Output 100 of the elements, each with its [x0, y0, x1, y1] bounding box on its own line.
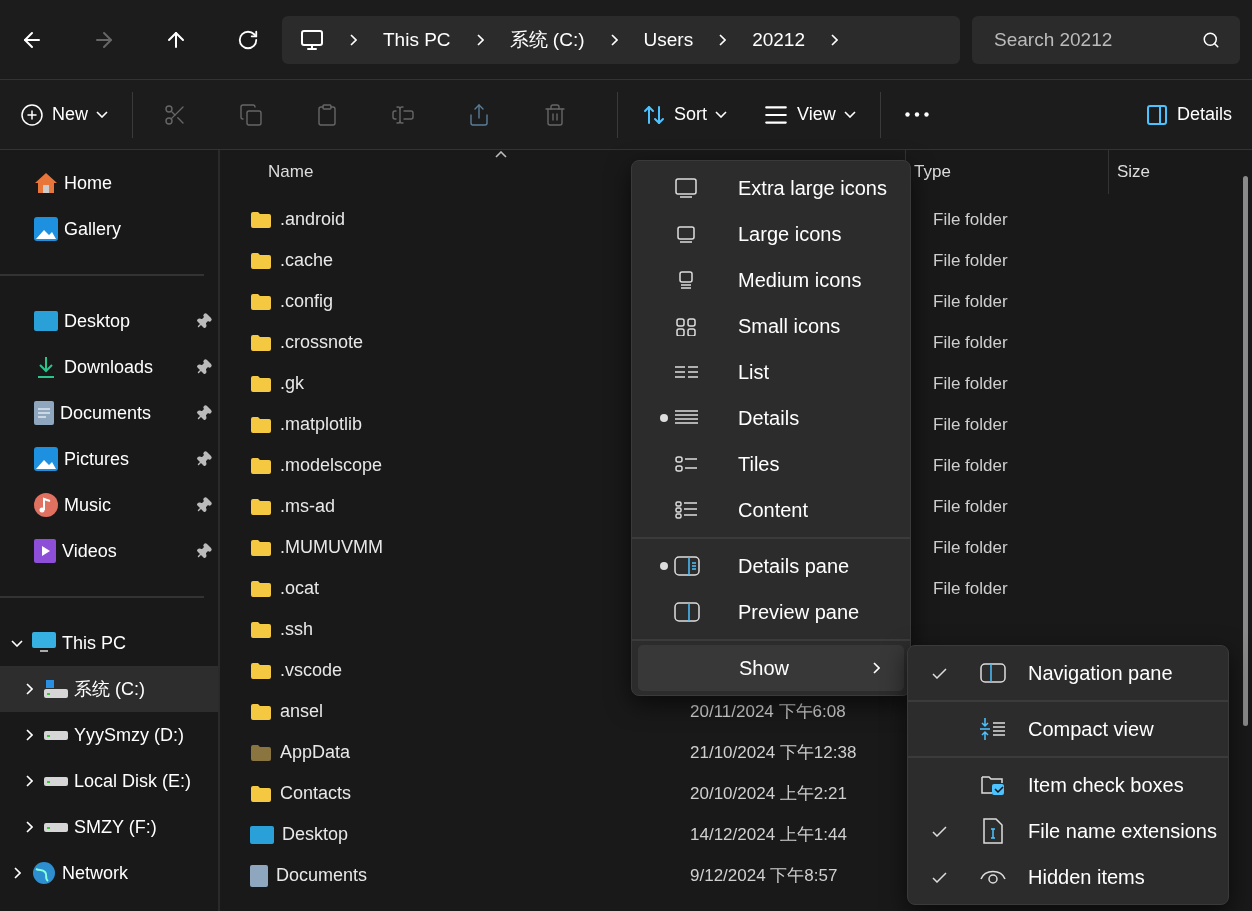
chevron-down-icon	[96, 111, 108, 118]
type-cell: File folder	[933, 332, 1008, 353]
menu-item[interactable]: Navigation pane	[914, 650, 1222, 696]
navigation-pane-icon	[980, 663, 1006, 683]
video-icon	[34, 539, 56, 563]
breadcrumb[interactable]: This PC	[383, 28, 451, 51]
breadcrumb[interactable]: Users	[643, 28, 694, 51]
chevron-right-icon	[476, 33, 484, 46]
file-name[interactable]: .gk	[280, 373, 304, 394]
scrollbar[interactable]	[1243, 176, 1248, 726]
document-icon	[250, 864, 268, 887]
file-name[interactable]: .config	[280, 291, 334, 312]
desktop-icon	[34, 311, 58, 331]
compact-view-icon	[980, 717, 1006, 741]
folder-icon	[250, 415, 272, 434]
menu-item[interactable]: Extra large icons	[638, 165, 904, 211]
menu-item[interactable]: List	[638, 349, 904, 395]
chevron-right-icon	[719, 33, 727, 46]
search-field[interactable]: Search 20212	[972, 15, 1240, 64]
file-name[interactable]: .matplotlib	[280, 414, 363, 435]
content-icon	[674, 500, 700, 520]
menu-item[interactable]: Content	[638, 487, 904, 533]
menu-item[interactable]: File name extensions	[914, 808, 1222, 854]
menu-item[interactable]: Tiles	[638, 441, 904, 487]
chevron-right-icon	[13, 867, 21, 879]
folder-icon	[250, 374, 272, 393]
file-name[interactable]: .ocat	[280, 578, 320, 599]
image-icon	[34, 217, 58, 241]
sidebar-item[interactable]: Home	[0, 160, 218, 206]
type-cell: File folder	[933, 578, 1008, 599]
document-icon	[34, 401, 54, 425]
folder-icon	[250, 784, 272, 803]
menu-item[interactable]: Details pane	[638, 543, 904, 589]
house-icon	[34, 172, 58, 194]
sidebar-item[interactable]: Documents	[0, 390, 218, 436]
column-header[interactable]: Size	[1117, 162, 1151, 182]
sort-button[interactable]: Sort	[632, 92, 738, 137]
folder-icon	[250, 497, 272, 516]
folder-icon	[250, 333, 272, 352]
tree-item[interactable]: This PC	[0, 620, 218, 666]
chevron-up-icon	[495, 151, 507, 158]
sidebar-item[interactable]: Videos	[0, 528, 218, 574]
sidebar-item[interactable]: Gallery	[0, 206, 218, 252]
type-cell: File folder	[933, 209, 1008, 230]
breadcrumb[interactable]: 系统 (C:)	[509, 26, 585, 53]
column-header[interactable]: Name	[268, 162, 314, 182]
file-name[interactable]: .MUMUVMM	[280, 537, 383, 558]
file-name[interactable]: .vscode	[280, 660, 343, 681]
file-name[interactable]: Documents	[276, 865, 368, 886]
tree-item[interactable]: Network	[0, 850, 218, 896]
column-header[interactable]: Type	[914, 162, 951, 182]
menu-item[interactable]: Details	[638, 395, 904, 441]
sidebar-item[interactable]: Desktop	[0, 298, 218, 344]
tree-item[interactable]: YyySmzy (D:)	[0, 712, 218, 758]
address-bar[interactable]: This PC 系统 (C:) Users 20212	[282, 15, 960, 64]
file-name[interactable]: .ms-ad	[280, 496, 335, 517]
menu-item[interactable]: Large icons	[638, 211, 904, 257]
sidebar-item[interactable]: Pictures	[0, 436, 218, 482]
search-icon	[1202, 30, 1220, 49]
sidebar-item[interactable]: Downloads	[0, 344, 218, 390]
chevron-down-icon	[843, 111, 856, 118]
breadcrumb[interactable]: 20212	[752, 28, 805, 51]
sidebar-item[interactable]: Music	[0, 482, 218, 528]
details-pane-icon	[674, 556, 700, 576]
details-button[interactable]: Details	[1134, 92, 1242, 137]
drive-icon	[44, 822, 68, 832]
new-button[interactable]: New	[10, 92, 118, 137]
chevron-right-icon	[25, 775, 33, 787]
type-cell: File folder	[933, 291, 1008, 312]
view-button[interactable]: View	[753, 92, 866, 137]
type-cell: File folder	[933, 496, 1008, 517]
menu-item[interactable]: Show	[638, 645, 904, 691]
folder-icon	[250, 661, 272, 680]
file-name[interactable]: .cache	[280, 250, 334, 271]
chevron-right-icon	[831, 33, 838, 46]
date-cell-text: 14/12/2024 上午1:44	[690, 824, 847, 846]
file-name[interactable]: Desktop	[282, 824, 349, 845]
menu-item[interactable]: Item check boxes	[914, 762, 1222, 808]
menu-item[interactable]: Compact view	[914, 706, 1222, 752]
file-name[interactable]: .android	[280, 209, 346, 230]
monitor-icon	[674, 178, 700, 198]
file-name[interactable]: ansel	[280, 701, 324, 722]
folder-icon	[250, 251, 272, 270]
menu-item[interactable]: Small icons	[638, 303, 904, 349]
menu-item[interactable]: Preview pane	[638, 589, 904, 635]
tree-item[interactable]: 系统 (C:)	[0, 666, 218, 712]
file-name[interactable]: Contacts	[280, 783, 352, 804]
file-name[interactable]: .crossnote	[280, 332, 364, 353]
refresh-icon	[237, 28, 259, 51]
folder-icon	[250, 538, 272, 557]
file-name[interactable]: .ssh	[280, 619, 313, 640]
file-name[interactable]: .modelscope	[280, 455, 383, 476]
menu-item[interactable]: Hidden items	[914, 854, 1222, 900]
tree-item[interactable]: Local Disk (E:)	[0, 758, 218, 804]
menu-item[interactable]: Medium icons	[638, 257, 904, 303]
file-icon	[982, 818, 1004, 844]
tree-item[interactable]: SMZY (F:)	[0, 804, 218, 850]
type-cell: File folder	[933, 537, 1008, 558]
file-name[interactable]: AppData	[280, 742, 351, 763]
music-note-icon	[34, 493, 58, 517]
